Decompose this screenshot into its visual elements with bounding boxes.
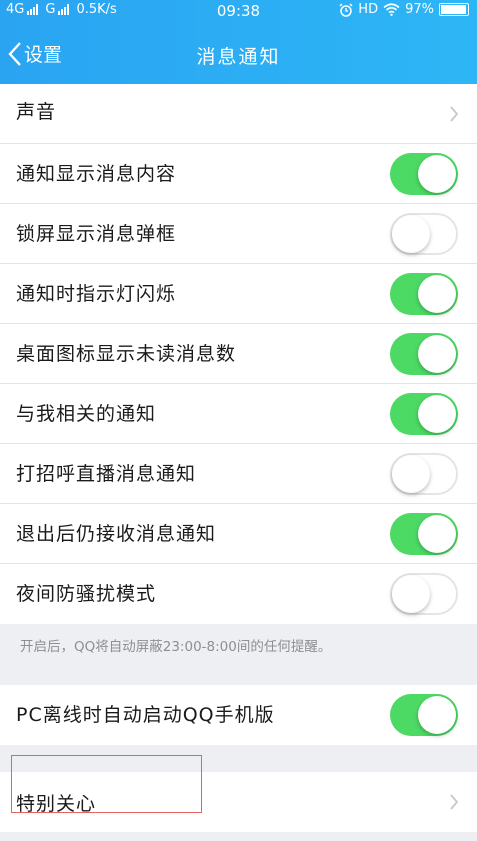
toggle-label: 夜间防骚扰模式	[16, 583, 157, 605]
toggle-row: 退出后仍接收消息通知	[0, 504, 477, 564]
toggle-knob	[418, 154, 456, 193]
status-right: HD 97%	[339, 2, 469, 17]
pc-offline-row: PC离线时自动启动QQ手机版	[0, 685, 477, 745]
toggle-label: 通知时指示灯闪烁	[16, 283, 177, 305]
toggle-row: 通知显示消息内容	[0, 144, 477, 204]
toggle-label: 桌面图标显示未读消息数	[16, 343, 237, 365]
toggle-knob	[392, 214, 430, 253]
highlight-box	[11, 755, 202, 813]
wifi-icon	[383, 3, 400, 16]
toggle-row: 通知时指示灯闪烁	[0, 264, 477, 324]
pc-group: PC离线时自动启动QQ手机版	[0, 685, 477, 745]
toggle-switch[interactable]	[390, 152, 458, 195]
toggle-switch[interactable]	[390, 573, 458, 615]
toggle-switch[interactable]	[390, 512, 458, 555]
settings-group: 声音 通知显示消息内容 锁屏显示消息弹框 通知时指示灯闪烁桌面图标显示未读消息数 与我…	[0, 84, 477, 624]
toggle-knob	[392, 575, 430, 613]
night-mode-note: 开启后，QQ将自动屏蔽23:00-8:00间的任何提醒。	[20, 639, 332, 655]
status-bar: 4G G 0.5K/s 09:38 HD 97%	[0, 0, 477, 22]
toggle-knob	[418, 696, 456, 734]
pc-offline-label: PC离线时自动启动QQ手机版	[16, 704, 275, 726]
hd-indicator: HD	[358, 2, 379, 17]
page-title: 消息通知	[196, 46, 281, 68]
chevron-right-icon	[450, 794, 459, 810]
toggle-label: 锁屏显示消息弹框	[16, 223, 177, 245]
toggle-row: 夜间防骚扰模式	[0, 564, 477, 624]
toggle-knob	[418, 274, 456, 313]
toggle-label: 退出后仍接收消息通知	[16, 523, 217, 545]
battery-percent: 97%	[405, 2, 434, 17]
header: 4G G 0.5K/s 09:38 HD 97% 设置 消息通知	[0, 0, 477, 92]
chevron-right-icon	[450, 105, 459, 122]
toggle-knob	[392, 454, 430, 493]
toggle-label: 打招呼直播消息通知	[16, 463, 197, 485]
battery-icon	[439, 3, 469, 16]
toggle-switch[interactable]	[390, 212, 458, 255]
sound-label: 声音	[16, 101, 57, 123]
toggle-knob	[418, 334, 456, 373]
toggle-row: 桌面图标显示未读消息数	[0, 324, 477, 384]
toggle-knob	[418, 514, 456, 553]
toggle-switch[interactable]	[390, 452, 458, 495]
toggle-row: 锁屏显示消息弹框	[0, 204, 477, 264]
toggle-label: 通知显示消息内容	[16, 163, 177, 185]
toggle-knob	[418, 394, 456, 433]
toggle-switch[interactable]	[390, 332, 458, 375]
toggle-row: 打招呼直播消息通知	[0, 444, 477, 504]
toggle-row: 与我相关的通知	[0, 384, 477, 444]
alarm-icon	[339, 2, 353, 17]
toggle-switch[interactable]	[390, 392, 458, 435]
toggle-switch[interactable]	[390, 272, 458, 315]
sound-row[interactable]: 声音	[0, 84, 477, 144]
toggle-label: 与我相关的通知	[16, 403, 157, 425]
pc-offline-toggle[interactable]	[390, 694, 458, 736]
